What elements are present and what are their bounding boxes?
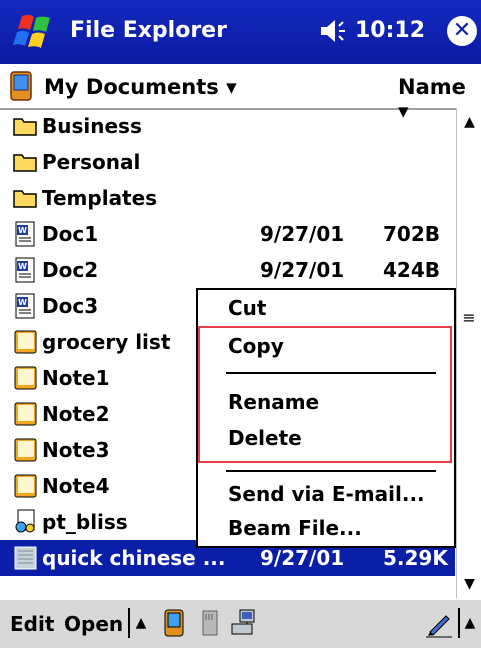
- pocket-pc-icon: [10, 71, 32, 101]
- word-doc-icon: W: [15, 293, 35, 319]
- bottom-toolbar: Edit Open ▲ ▲: [0, 598, 481, 648]
- menu-item-delete[interactable]: Delete: [228, 426, 302, 450]
- list-item[interactable]: Personal: [0, 144, 455, 180]
- file-name: grocery list: [42, 330, 171, 354]
- file-name: quick chinese ...: [42, 546, 226, 570]
- menu-item-cut[interactable]: Cut: [228, 296, 266, 320]
- menu-item-rename[interactable]: Rename: [228, 390, 319, 414]
- edit-menu[interactable]: Edit: [10, 612, 54, 636]
- file-size: 5.29K: [383, 546, 448, 570]
- speaker-icon[interactable]: [318, 17, 352, 45]
- menu-item-send-email[interactable]: Send via E-mail...: [228, 482, 425, 506]
- data-file-icon: [14, 546, 37, 570]
- folder-icon: [13, 118, 37, 136]
- file-name: Note3: [42, 438, 110, 462]
- storage-card-icon[interactable]: [196, 608, 224, 638]
- svg-text:W: W: [18, 298, 27, 307]
- menu-item-beam-file[interactable]: Beam File...: [228, 516, 362, 540]
- file-name: Note1: [42, 366, 110, 390]
- file-name: Doc2: [42, 258, 99, 282]
- pen-icon[interactable]: [424, 610, 454, 638]
- context-menu: Cut Copy Rename Delete Send via E-mail..…: [196, 288, 456, 548]
- file-size: 702B: [383, 222, 440, 246]
- menu-separator: [226, 470, 436, 472]
- device-icon[interactable]: [160, 608, 188, 638]
- file-name: Personal: [42, 150, 141, 174]
- folder-bar: My Documents ▾ Name ▾: [0, 64, 481, 123]
- title-bar: File Explorer 10:12 ✕: [0, 0, 481, 64]
- app-title: File Explorer: [70, 18, 227, 43]
- note-icon: [14, 366, 37, 390]
- file-date: 9/27/01: [260, 258, 345, 282]
- list-item[interactable]: Templates: [0, 180, 455, 216]
- note-icon: [14, 330, 37, 354]
- image-file-icon: [15, 509, 35, 533]
- scroll-thumb[interactable]: ≡: [459, 308, 479, 348]
- up-arrow-icon[interactable]: ▲: [128, 608, 152, 638]
- file-name: Doc3: [42, 294, 99, 318]
- file-name: pt_bliss: [42, 510, 128, 534]
- file-name: Note4: [42, 474, 110, 498]
- word-doc-icon: W: [15, 257, 35, 283]
- file-date: 9/27/01: [260, 222, 345, 246]
- note-icon: [14, 474, 37, 498]
- file-name: Business: [42, 114, 142, 138]
- close-button[interactable]: ✕: [447, 16, 477, 46]
- svg-text:W: W: [18, 226, 27, 235]
- file-name: Templates: [42, 186, 158, 210]
- clock[interactable]: 10:12: [355, 18, 425, 43]
- svg-text:W: W: [18, 262, 27, 271]
- folder-dropdown[interactable]: My Documents ▾: [44, 75, 237, 99]
- scroll-down-arrow-icon[interactable]: ▼: [457, 570, 481, 598]
- open-menu[interactable]: Open: [64, 612, 123, 636]
- folder-icon: [13, 190, 37, 208]
- list-item[interactable]: Business: [0, 108, 455, 144]
- network-icon[interactable]: [230, 608, 258, 638]
- scroll-up-arrow-icon[interactable]: ▲: [457, 108, 481, 136]
- word-doc-icon: W: [15, 221, 35, 247]
- list-item[interactable]: W Doc2 9/27/01 424B: [0, 252, 455, 288]
- input-panel-arrow-icon[interactable]: ▲: [458, 608, 480, 638]
- file-name: Doc1: [42, 222, 99, 246]
- note-icon: [14, 438, 37, 462]
- file-date: 9/27/01: [260, 546, 345, 570]
- note-icon: [14, 402, 37, 426]
- list-item[interactable]: W Doc1 9/27/01 702B: [0, 216, 455, 252]
- file-name: Note2: [42, 402, 110, 426]
- folder-icon: [13, 154, 37, 172]
- menu-item-copy[interactable]: Copy: [228, 334, 284, 358]
- file-size: 424B: [383, 258, 440, 282]
- windows-start-icon[interactable]: [12, 12, 58, 52]
- vertical-scrollbar[interactable]: ▲ ≡ ▼: [456, 108, 481, 598]
- menu-separator: [226, 372, 436, 374]
